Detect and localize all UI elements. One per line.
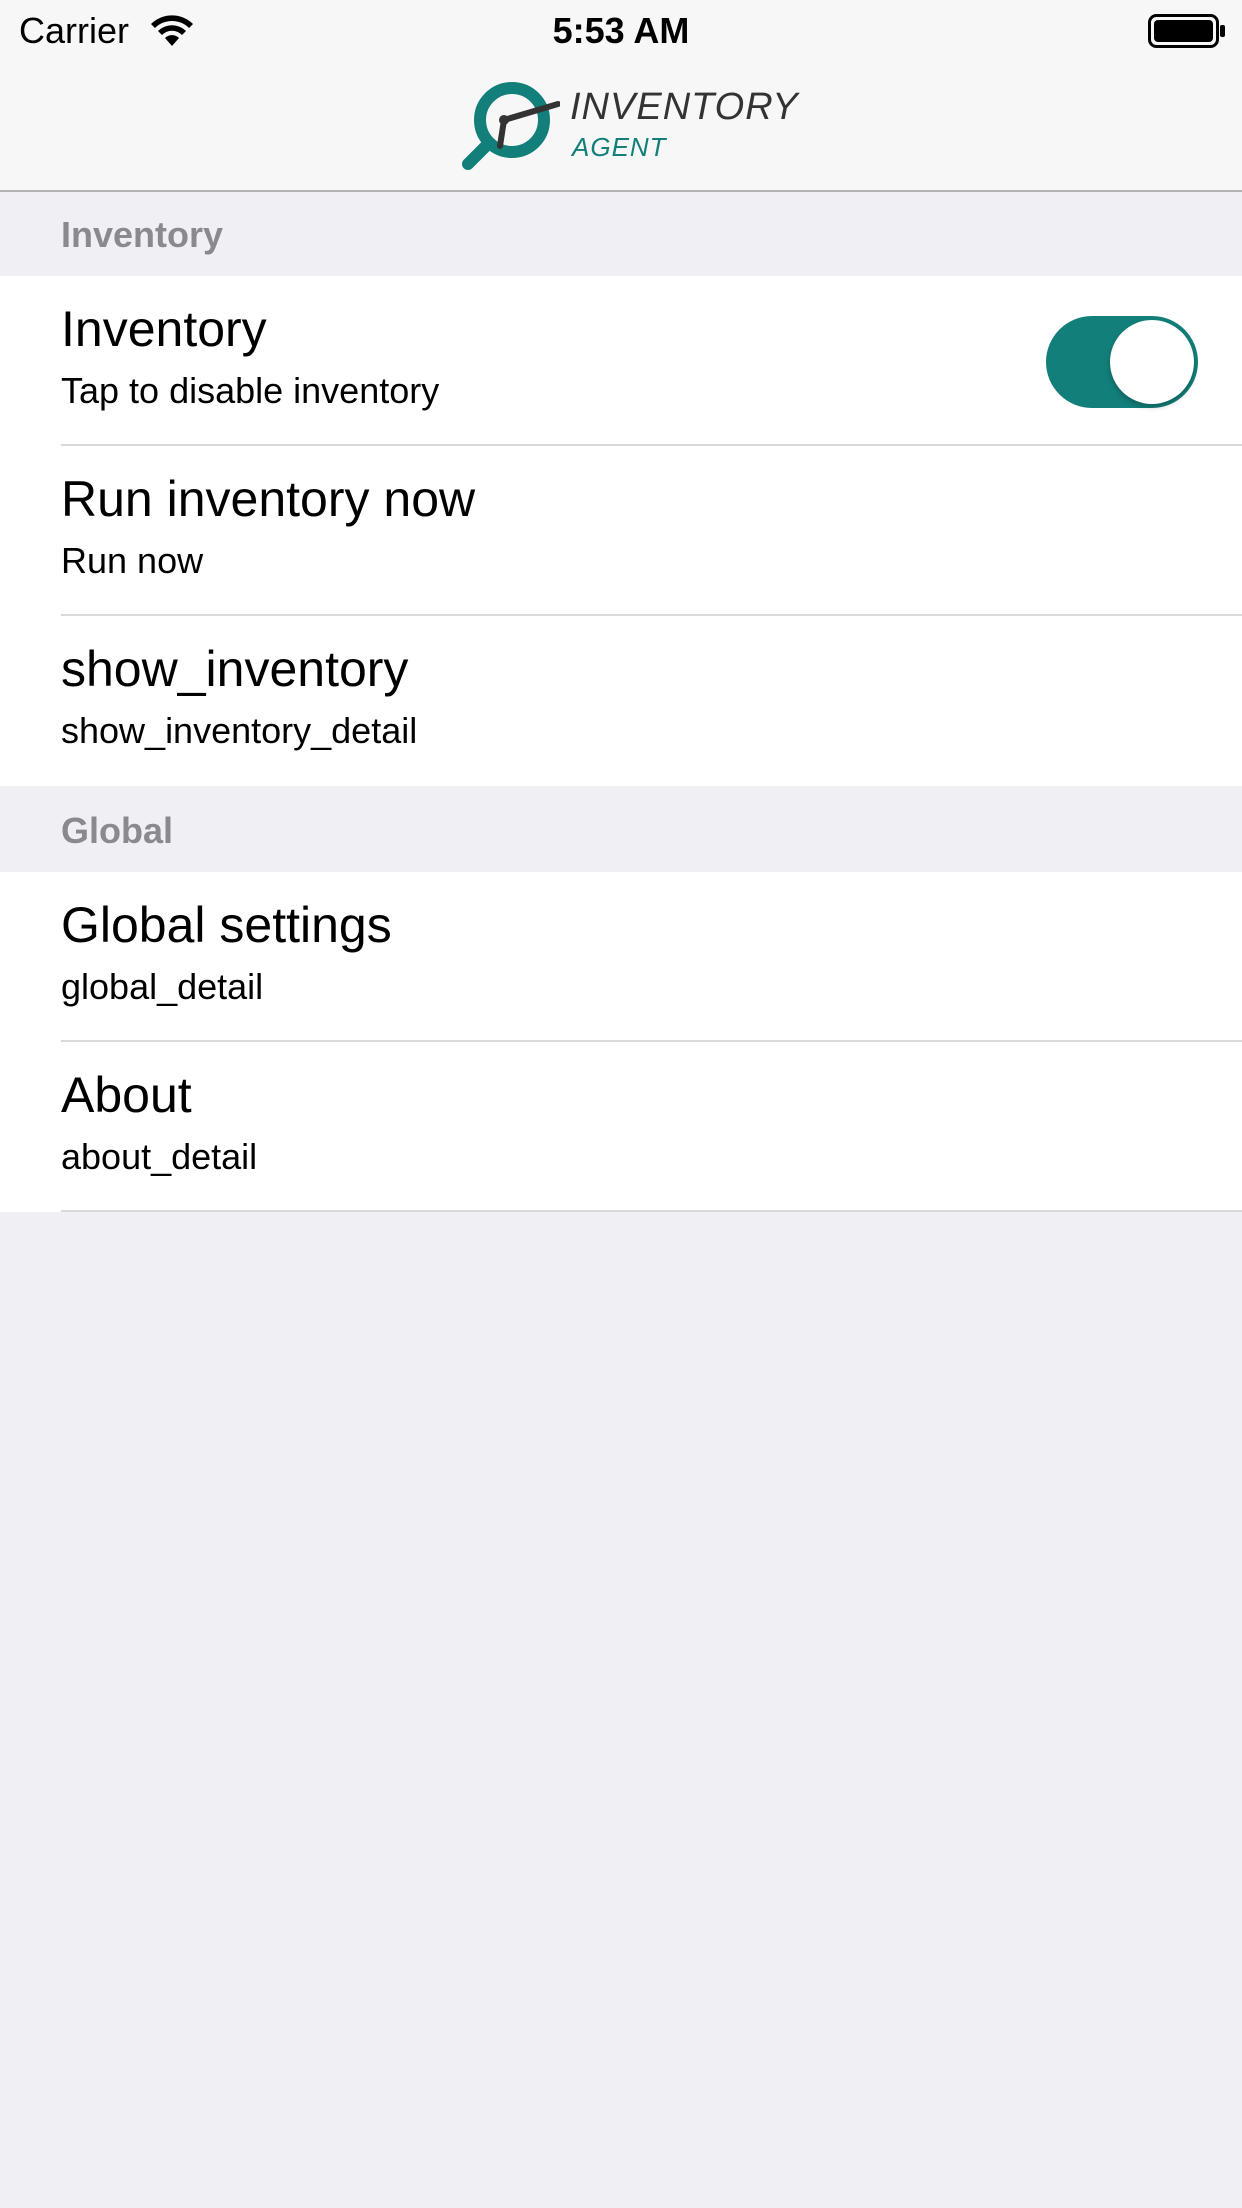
logo-title: INVENTORY xyxy=(570,86,799,128)
row-title: show_inventory xyxy=(61,641,409,697)
clock: 5:53 AM xyxy=(552,10,690,51)
inventory-agent-logo-icon xyxy=(462,82,560,170)
section-header-label: Inventory xyxy=(61,214,224,255)
row-run-inventory[interactable]: Run inventory now Run now xyxy=(0,446,1242,616)
row-detail: show_inventory_detail xyxy=(61,710,418,751)
row-global-settings[interactable]: Global settings global_detail xyxy=(0,872,1242,1042)
row-detail: Tap to disable inventory xyxy=(61,370,440,411)
row-title: Global settings xyxy=(61,897,392,953)
navigation-bar: INVENTORY AGENT xyxy=(0,62,1242,192)
section-header-inventory: Inventory xyxy=(0,192,1242,276)
app-logo: INVENTORY AGENT xyxy=(460,80,798,180)
inventory-toggle[interactable] xyxy=(1046,316,1198,408)
row-detail: about_detail xyxy=(61,1136,258,1177)
row-separator xyxy=(61,1210,1242,1212)
section-header-label: Global xyxy=(61,810,174,851)
row-about[interactable]: About about_detail xyxy=(0,1042,1242,1212)
row-show-inventory[interactable]: show_inventory show_inventory_detail xyxy=(0,616,1242,786)
row-detail: Run now xyxy=(61,540,204,581)
row-title: Run inventory now xyxy=(61,471,476,527)
row-title: Inventory xyxy=(61,301,267,357)
toggle-knob xyxy=(1110,320,1194,404)
logo-subtitle: AGENT xyxy=(572,132,667,162)
global-group: Global settings global_detail About abou… xyxy=(0,872,1242,1212)
row-detail: global_detail xyxy=(61,966,264,1007)
row-inventory-toggle[interactable]: Inventory Tap to disable inventory xyxy=(0,276,1242,446)
inventory-group: Inventory Tap to disable inventory Run i… xyxy=(0,276,1242,786)
row-title: About xyxy=(61,1067,192,1123)
section-header-global: Global xyxy=(0,788,1242,872)
status-bar: Carrier 5:53 AM xyxy=(0,0,1242,62)
battery-icon xyxy=(1148,14,1225,48)
